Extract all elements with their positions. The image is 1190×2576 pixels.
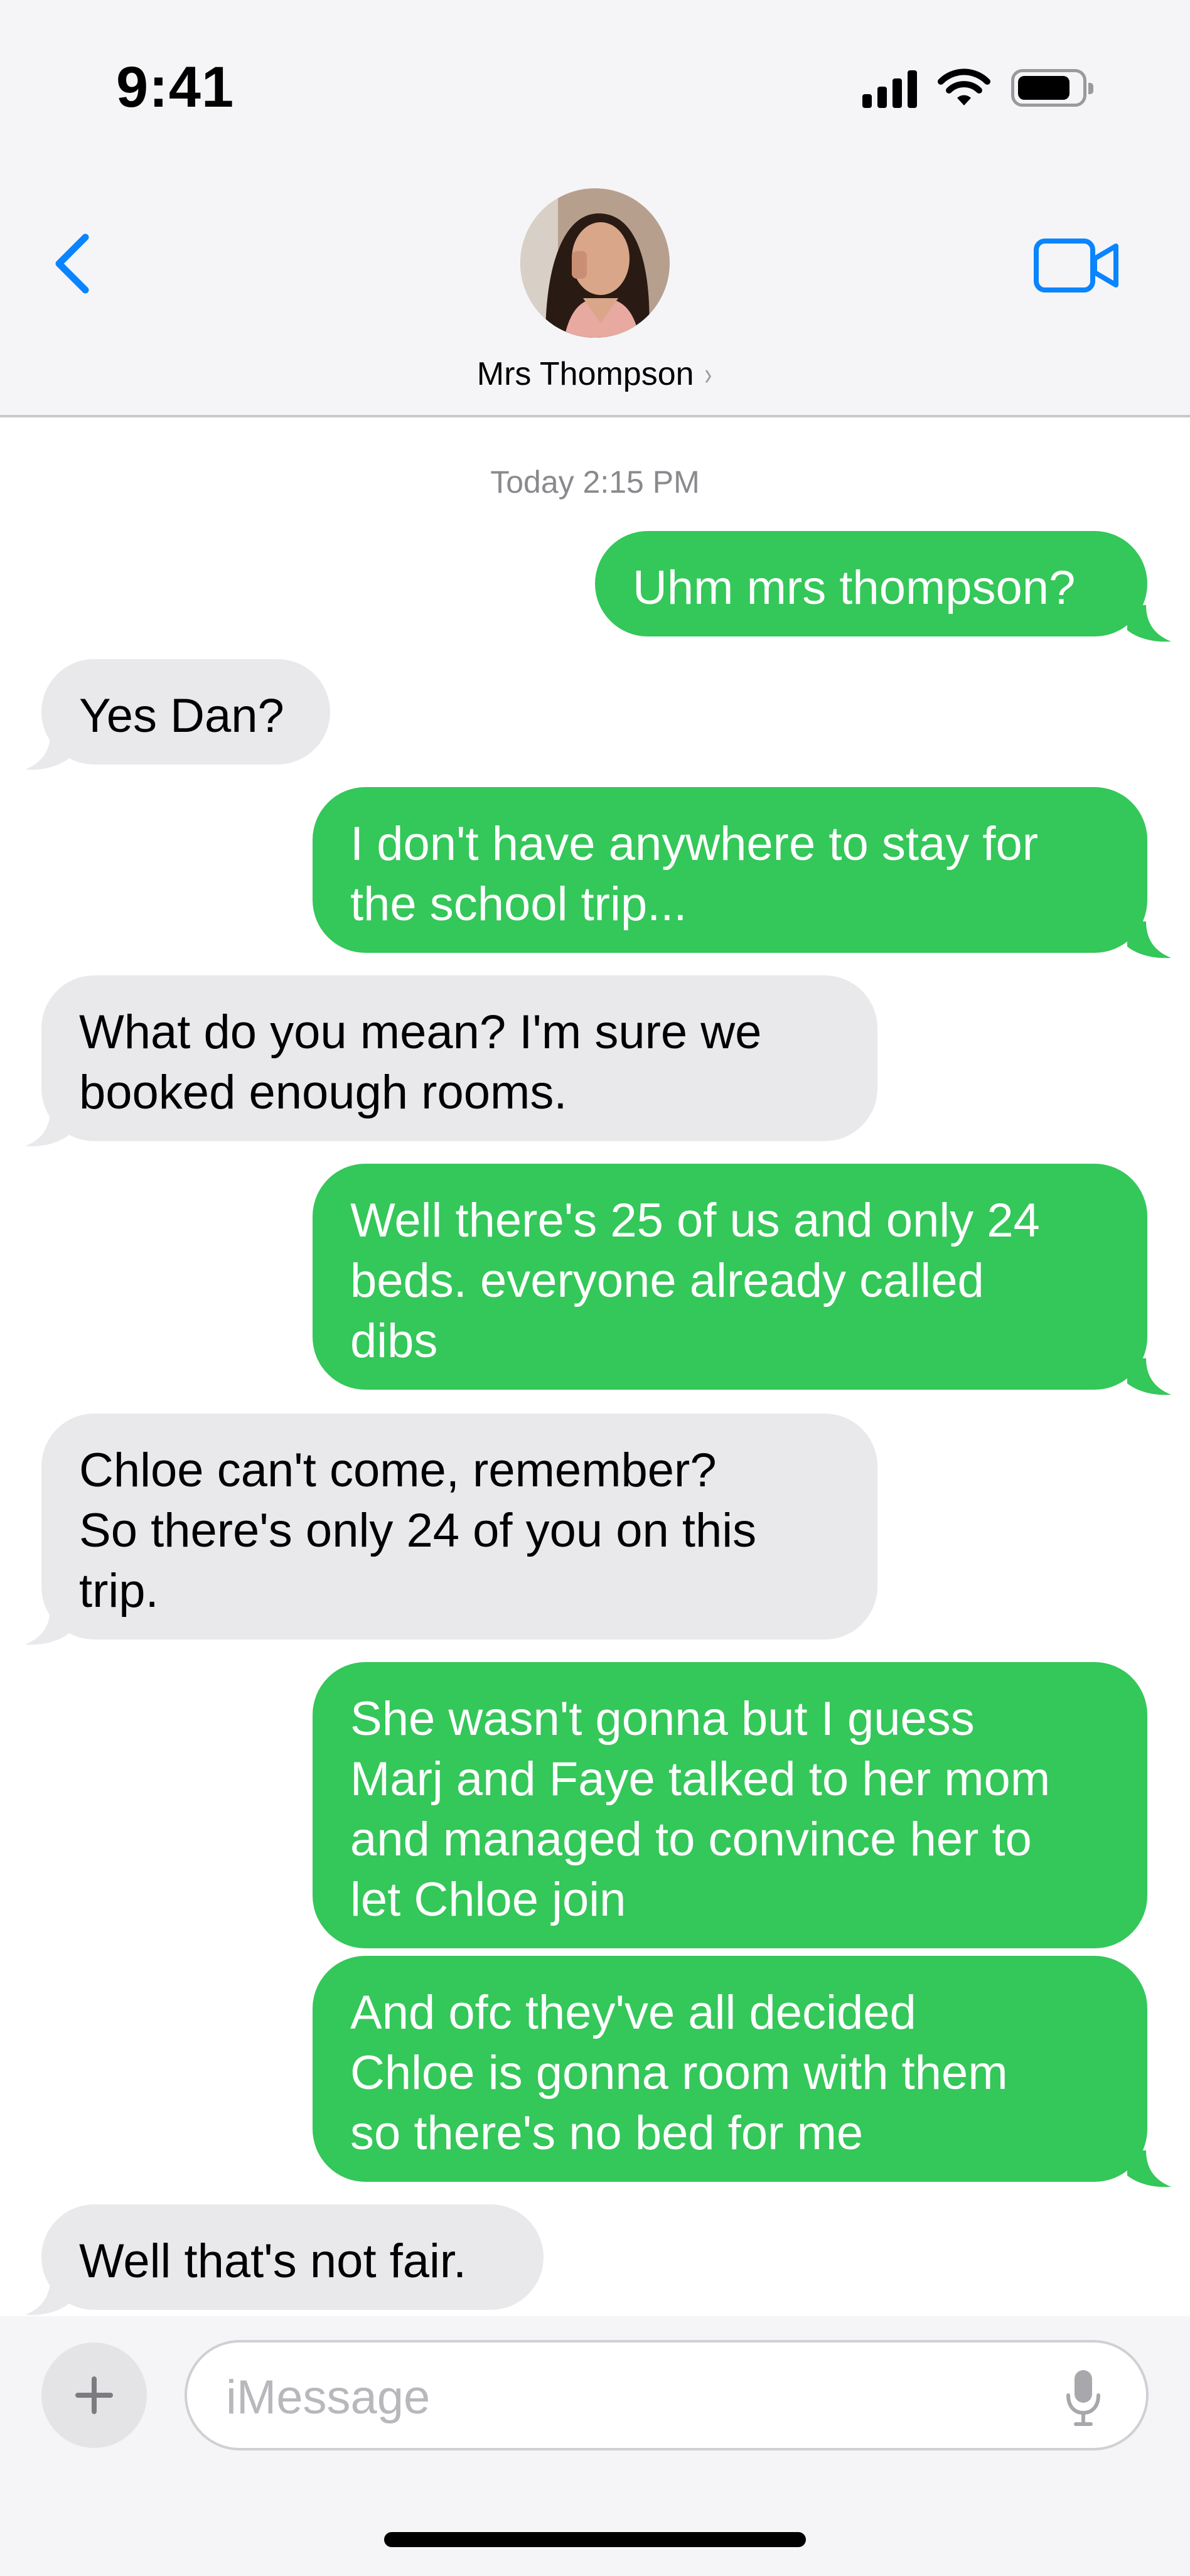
avatar[interactable] [520,188,670,338]
conversation-header: 9:41 Mrs Thompson › [0,0,1190,417]
bubble-tail [1127,2150,1171,2187]
chevron-right-icon: › [704,357,712,392]
video-camera-icon[interactable] [1033,237,1121,294]
bubble-tail [1127,921,1171,958]
signal-icon [862,68,917,108]
message-bubble-received[interactable]: What do you mean? I'm sure we booked eno… [41,975,877,1141]
microphone-icon[interactable] [1064,2368,1102,2428]
message-text: What do you mean? I'm sure we booked eno… [79,1006,762,1119]
message-input[interactable]: iMessage [185,2340,1149,2450]
message-bubble-sent[interactable]: Well there's 25 of us and only 24 beds. … [313,1164,1147,1390]
message-text: Well there's 25 of us and only 24 beds. … [350,1194,1040,1368]
message-bubble-sent[interactable]: And ofc they've all decided Chloe is gon… [313,1956,1147,2182]
chevron-left-icon[interactable] [49,232,94,295]
status-icons [862,63,1093,113]
bubble-tail [25,2278,69,2316]
message-text: I don't have anywhere to stay for the sc… [350,817,1039,931]
message-bubble-sent[interactable]: She wasn't gonna but I guess Marj and Fa… [313,1662,1147,1948]
add-attachment-button[interactable] [41,2343,147,2448]
wifi-icon [938,68,990,105]
message-text: Uhm mrs thompson? [633,561,1076,614]
battery-icon [1011,69,1093,107]
bubble-tail [25,1110,69,1147]
contact-name: Mrs Thompson [476,356,694,392]
bubble-tail [25,1608,69,1645]
message-bubble-sent[interactable]: Uhm mrs thompson? [595,531,1147,636]
bubble-tail [1127,1358,1171,1395]
contact-name-button[interactable]: Mrs Thompson › [0,352,1190,397]
status-time: 9:41 [116,55,235,119]
message-text: She wasn't gonna but I guess Marj and Fa… [350,1692,1051,1926]
bubble-tail [1127,605,1171,642]
bubble-tail [25,733,69,770]
message-bubble-received[interactable]: Chloe can't come, remember? So there's o… [41,1414,877,1640]
message-text: And ofc they've all decided Chloe is gon… [350,1986,1008,2160]
message-bubble-sent[interactable]: I don't have anywhere to stay for the sc… [313,787,1147,953]
message-bubble-received[interactable]: Well that's not fair. [41,2204,544,2310]
message-bubble-received[interactable]: Yes Dan? [41,659,330,765]
timestamp: Today 2:15 PM [490,464,700,500]
message-input-placeholder: iMessage [226,2371,431,2424]
message-text: Well that's not fair. [79,2235,467,2288]
message-text: Yes Dan? [79,689,284,743]
message-text: Chloe can't come, remember? So there's o… [79,1444,757,1618]
plus-icon [75,2376,113,2414]
home-indicator [384,2532,806,2547]
